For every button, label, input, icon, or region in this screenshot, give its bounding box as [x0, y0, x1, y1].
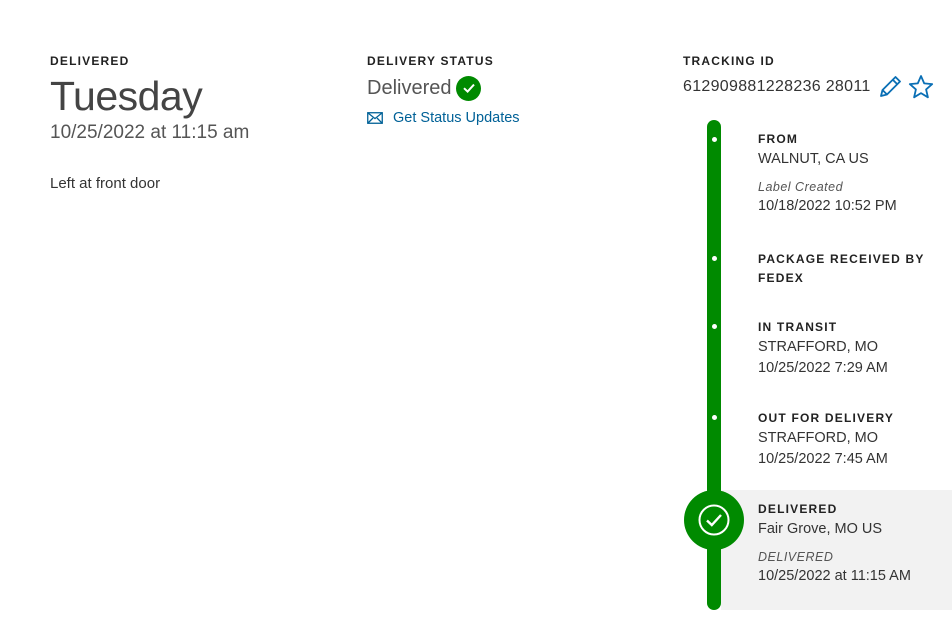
event-location: STRAFFORD, MO: [758, 339, 879, 355]
timeline-event: IN TRANSIT STRAFFORD, MO 10/25/2022 7:29…: [758, 318, 948, 379]
event-location: STRAFFORD, MO: [758, 430, 879, 446]
timeline-dot: [712, 415, 717, 420]
event-datetime: 10/25/2022 7:29 AM: [758, 360, 888, 376]
timeline-event: OUT FOR DELIVERY STRAFFORD, MO 10/25/202…: [758, 409, 948, 470]
tracking-id-row: 612909881228236 28011: [683, 74, 952, 100]
tracking-id-label: TRACKING ID: [683, 54, 775, 68]
status-value: Delivered: [367, 76, 452, 99]
shipment-timeline: FROM WALNUT, CA US Label Created 10/18/2…: [683, 120, 952, 620]
check-circle-icon: [684, 490, 744, 550]
delivered-label: DELIVERED: [50, 54, 130, 68]
star-icon[interactable]: [908, 74, 934, 100]
envelope-icon: [367, 112, 383, 124]
timeline-dot: [712, 256, 717, 261]
delivery-status-section: DELIVERY STATUS Delivered Get Status Upd…: [367, 54, 520, 126]
timeline-dot: [712, 137, 717, 142]
tracking-section: TRACKING ID 612909881228236 28011: [683, 54, 952, 100]
event-title: OUT FOR DELIVERY: [758, 411, 895, 425]
event-location: WALNUT, CA US: [758, 151, 869, 167]
event-datetime: 10/25/2022 7:45 AM: [758, 451, 888, 467]
check-circle-icon: [456, 75, 482, 101]
tracking-number: 612909881228236 28011: [683, 78, 871, 95]
get-status-updates-link[interactable]: Get Status Updates: [367, 110, 520, 126]
event-title: PACKAGE RECEIVED BY FEDEX: [758, 252, 925, 285]
event-title: DELIVERED: [758, 502, 838, 516]
timeline-event: FROM WALNUT, CA US Label Created 10/18/2…: [758, 130, 948, 217]
delivered-section: DELIVERED Tuesday 10/25/2022 at 11:15 am…: [50, 54, 249, 192]
event-title: FROM: [758, 132, 799, 146]
event-location: Fair Grove, MO US: [758, 521, 883, 537]
event-datetime: 10/18/2022 10:52 PM: [758, 198, 897, 214]
delivery-note: Left at front door: [50, 175, 161, 192]
timeline-event-delivered: DELIVERED Fair Grove, MO US DELIVERED 10…: [758, 500, 948, 587]
status-row: Delivered: [367, 74, 520, 102]
event-datetime: 10/25/2022 at 11:15 AM: [758, 568, 911, 584]
delivery-status-label: DELIVERY STATUS: [367, 54, 494, 68]
delivery-day: Tuesday: [50, 73, 203, 119]
event-status: DELIVERED: [758, 550, 834, 564]
timeline-dot: [712, 324, 717, 329]
get-status-updates-label: Get Status Updates: [393, 110, 520, 126]
pencil-icon[interactable]: [877, 74, 903, 100]
timeline-event: PACKAGE RECEIVED BY FEDEX: [758, 250, 948, 288]
event-status: Label Created: [758, 180, 844, 194]
event-title: IN TRANSIT: [758, 320, 838, 334]
delivery-datetime: 10/25/2022 at 11:15 am: [50, 122, 250, 143]
